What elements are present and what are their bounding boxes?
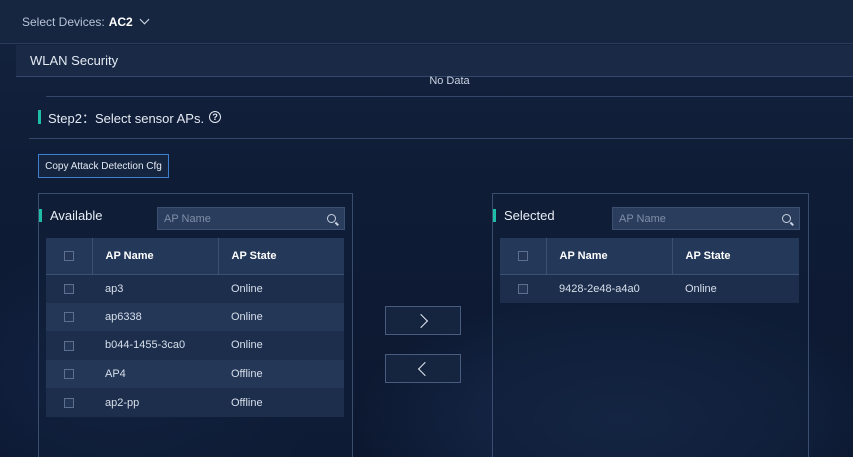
chevron-left-icon	[417, 361, 433, 376]
table-row[interactable]: ap3 Online	[46, 274, 344, 303]
row-checkbox[interactable]	[64, 397, 74, 408]
checkbox-cell	[46, 331, 92, 360]
table-header-row: AP Name AP State	[500, 238, 799, 275]
select-all-checkbox[interactable]	[517, 250, 528, 261]
ap-name-cell: 9428-2e48-a4a0	[546, 274, 672, 303]
help-icon[interactable]: ?	[209, 111, 222, 123]
column-header-ap-state[interactable]: AP State	[672, 238, 799, 275]
ap-name-cell: b044-1455-3ca0	[92, 331, 218, 360]
selected-title-text: Selected	[504, 208, 555, 223]
ap-name-cell: AP4	[92, 359, 218, 389]
accent-bar	[493, 209, 496, 222]
search-icon[interactable]	[327, 214, 336, 223]
column-header-ap-state[interactable]: AP State	[218, 238, 344, 275]
accent-bar	[38, 110, 41, 124]
available-title-text: Available	[50, 208, 103, 223]
ap-state-cell: Offline	[218, 359, 344, 389]
selected-title: Selected	[493, 208, 555, 223]
select-devices-label: Select Devices:	[22, 14, 105, 29]
divider	[29, 138, 853, 139]
checkbox-cell	[46, 274, 92, 303]
table-row[interactable]: 9428-2e48-a4a0 Online	[500, 274, 799, 303]
search-placeholder: AP Name	[619, 212, 666, 225]
available-panel: Available AP Name AP Name AP State ap3 O…	[38, 193, 353, 457]
ap-state-cell: Online	[218, 302, 344, 332]
select-all-cell	[500, 238, 547, 275]
row-checkbox[interactable]	[64, 369, 74, 380]
table-row[interactable]: AP4 Offline	[46, 359, 344, 389]
table-row[interactable]: ap2-pp Offline	[46, 388, 344, 417]
select-all-cell	[46, 238, 93, 275]
search-placeholder: AP Name	[164, 212, 211, 225]
row-checkbox[interactable]	[518, 283, 528, 294]
step-title: Step2：Select sensor APs.	[48, 110, 205, 126]
device-selector[interactable]: Select Devices: AC2	[0, 0, 853, 44]
row-checkbox[interactable]	[64, 340, 74, 351]
search-icon[interactable]	[782, 214, 791, 223]
ap-name-cell: ap6338	[92, 302, 218, 332]
move-to-available-button[interactable]	[385, 354, 461, 383]
section-title: WLAN Security	[16, 45, 853, 77]
no-data-row: No Data	[46, 75, 853, 97]
checkbox-cell	[500, 274, 546, 303]
row-checkbox[interactable]	[64, 311, 74, 322]
ap-state-cell: Online	[218, 274, 344, 303]
selected-device[interactable]: AC2	[109, 15, 133, 29]
checkbox-cell	[46, 302, 92, 332]
checkbox-cell	[46, 359, 92, 389]
available-search-input[interactable]: AP Name	[157, 207, 345, 230]
move-to-selected-button[interactable]	[385, 306, 461, 335]
ap-state-cell: Online	[672, 274, 799, 303]
checkbox-cell	[46, 388, 92, 417]
column-header-ap-name[interactable]: AP Name	[546, 238, 673, 275]
chevron-down-icon[interactable]	[139, 14, 150, 25]
column-header-ap-name[interactable]: AP Name	[92, 238, 219, 275]
step-heading: Step2：Select sensor APs. ?	[38, 110, 222, 126]
row-checkbox[interactable]	[64, 283, 74, 294]
available-table: AP Name AP State ap3 Online ap6338 Onlin…	[46, 238, 344, 417]
copy-attack-detection-cfg-button[interactable]: Copy Attack Detection Cfg	[38, 154, 169, 178]
ap-name-cell: ap3	[92, 274, 218, 303]
section-title-text: WLAN Security	[30, 53, 119, 68]
ap-state-cell: Online	[218, 331, 344, 360]
no-data-text: No Data	[429, 75, 470, 87]
selected-panel: Selected AP Name AP Name AP State 9428-2…	[492, 193, 809, 457]
chevron-right-icon	[413, 313, 429, 328]
available-title: Available	[39, 208, 103, 223]
selected-search-input[interactable]: AP Name	[612, 207, 800, 230]
selected-table: AP Name AP State 9428-2e48-a4a0 Online	[500, 238, 799, 303]
accent-bar	[39, 209, 42, 222]
table-header-row: AP Name AP State	[46, 238, 344, 275]
ap-name-cell: ap2-pp	[92, 388, 218, 417]
select-all-checkbox[interactable]	[63, 250, 74, 261]
table-row[interactable]: ap6338 Online	[46, 302, 344, 332]
ap-state-cell: Offline	[218, 388, 344, 417]
table-row[interactable]: b044-1455-3ca0 Online	[46, 331, 344, 360]
